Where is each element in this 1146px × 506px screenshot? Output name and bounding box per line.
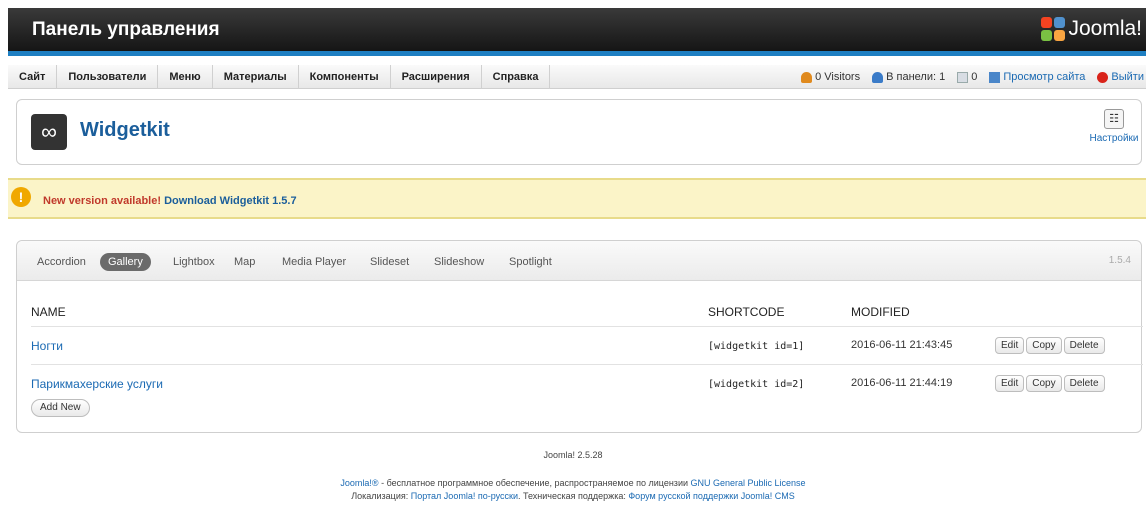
joomla-link[interactable]: Joomla!® bbox=[340, 478, 378, 488]
support-text: . Техническая поддержка: bbox=[517, 491, 629, 501]
joomla-logo-icon bbox=[1041, 17, 1066, 41]
logout-label: Выйти bbox=[1111, 71, 1144, 83]
widget-shortcode: [widgetkit id=2] bbox=[708, 379, 805, 390]
download-link[interactable]: Download Widgetkit 1.5.7 bbox=[164, 195, 297, 207]
menu-item-extensions[interactable]: Расширения bbox=[391, 64, 482, 89]
settings-icon: ☷ bbox=[1104, 109, 1124, 129]
tab-map[interactable]: Map bbox=[226, 253, 263, 271]
update-message: New version available! Download Widgetki… bbox=[43, 195, 297, 207]
joomla-logo-text: Joomla! bbox=[1068, 17, 1142, 40]
footer-version: Joomla! 2.5.28 bbox=[543, 450, 603, 460]
tab-accordion[interactable]: Accordion bbox=[29, 253, 94, 271]
add-new-button[interactable]: Add New bbox=[31, 399, 90, 417]
component-title: Widgetkit bbox=[80, 119, 170, 141]
localization-text: Локализация: bbox=[351, 491, 411, 501]
menu-item-components[interactable]: Компоненты bbox=[299, 64, 391, 89]
edit-button[interactable]: Edit bbox=[995, 337, 1025, 354]
copy-button[interactable]: Copy bbox=[1026, 337, 1062, 354]
user-icon bbox=[872, 71, 884, 83]
message-icon bbox=[957, 71, 969, 83]
menu-item-menus[interactable]: Меню bbox=[158, 64, 213, 89]
admins-count: В панели: 1 bbox=[886, 71, 946, 83]
column-header-modified: MODIFIED bbox=[851, 305, 910, 319]
tab-lightbox[interactable]: Lightbox bbox=[165, 253, 223, 271]
tab-spotlight[interactable]: Spotlight bbox=[501, 253, 560, 271]
copy-button[interactable]: Copy bbox=[1026, 375, 1062, 392]
warning-icon: ! bbox=[11, 187, 31, 207]
admins-status: В панели: 1 bbox=[872, 71, 945, 83]
delete-button[interactable]: Delete bbox=[1063, 375, 1105, 392]
delete-button[interactable]: Delete bbox=[1063, 337, 1105, 354]
footer-license: Joomla!® - бесплатное программное обеспе… bbox=[0, 478, 1146, 488]
status-area: 0 Visitors В панели: 1 0 Просмотр сайта … bbox=[789, 65, 1146, 89]
support-forum-link[interactable]: Форум русской поддержки Joomla! CMS bbox=[628, 491, 794, 501]
menu-item-help[interactable]: Справка bbox=[482, 64, 551, 89]
widget-name-link[interactable]: Ногти bbox=[31, 339, 63, 353]
tab-slideset[interactable]: Slideset bbox=[362, 253, 417, 271]
header-divider bbox=[31, 326, 1143, 327]
page-title: Панель управления bbox=[32, 19, 220, 40]
update-text: New version available! bbox=[43, 195, 161, 207]
tab-gallery[interactable]: Gallery bbox=[100, 253, 151, 271]
menu-item-content[interactable]: Материалы bbox=[213, 64, 299, 89]
widgetkit-version: 1.5.4 bbox=[1108, 255, 1131, 266]
row-actions: Edit Copy Delete bbox=[995, 375, 1107, 392]
license-text: - бесплатное программное обеспечение, ра… bbox=[378, 478, 691, 488]
messages-count: 0 bbox=[971, 71, 978, 83]
settings-label: Настройки bbox=[1089, 133, 1139, 144]
logout-link[interactable]: Выйти bbox=[1097, 71, 1144, 83]
messages-status[interactable]: 0 bbox=[957, 71, 977, 83]
visitors-count: 0 Visitors bbox=[815, 71, 861, 83]
footer-localization: Локализация: Портал Joomla! по-русски. Т… bbox=[0, 491, 1146, 501]
tab-slideshow[interactable]: Slideshow bbox=[426, 253, 492, 271]
widget-shortcode: [widgetkit id=1] bbox=[708, 341, 805, 352]
widget-modified: 2016-06-11 21:44:19 bbox=[851, 377, 953, 389]
update-notice: ! New version available! Download Widget… bbox=[8, 178, 1146, 219]
widget-modified: 2016-06-11 21:43:45 bbox=[851, 339, 953, 351]
widgetkit-icon: ∞ bbox=[31, 114, 67, 150]
view-site-link[interactable]: Просмотр сайта bbox=[989, 71, 1085, 83]
column-header-name: NAME bbox=[31, 305, 66, 319]
joomla-portal-link[interactable]: Портал Joomla! по-русски bbox=[411, 491, 518, 501]
monitor-icon bbox=[989, 71, 1001, 83]
widgetkit-panel: Accordion Gallery Lightbox Map Media Pla… bbox=[16, 240, 1143, 433]
column-header-shortcode: SHORTCODE bbox=[708, 305, 785, 319]
joomla-logo[interactable]: Joomla! bbox=[1041, 17, 1142, 41]
menu-item-users[interactable]: Пользователи bbox=[57, 64, 159, 89]
main-menu: Сайт Пользователи Меню Материалы Компоне… bbox=[8, 64, 1146, 89]
tab-media-player[interactable]: Media Player bbox=[274, 253, 354, 271]
admin-header: Панель управления Joomla! bbox=[8, 8, 1146, 56]
view-site-label: Просмотр сайта bbox=[1003, 71, 1086, 83]
visitors-status: 0 Visitors bbox=[801, 71, 860, 83]
edit-button[interactable]: Edit bbox=[995, 375, 1025, 392]
power-icon bbox=[1097, 71, 1109, 83]
user-icon bbox=[801, 71, 813, 83]
settings-button[interactable]: ☷ Настройки bbox=[1089, 109, 1139, 144]
component-header: ∞ Widgetkit ☷ Настройки bbox=[16, 99, 1142, 165]
widget-tabs: Accordion Gallery Lightbox Map Media Pla… bbox=[17, 241, 1141, 281]
row-actions: Edit Copy Delete bbox=[995, 337, 1107, 354]
menu-item-site[interactable]: Сайт bbox=[8, 64, 58, 89]
row-divider bbox=[31, 364, 1143, 365]
widget-name-link[interactable]: Парикмахерские услуги bbox=[31, 377, 163, 391]
gpl-link[interactable]: GNU General Public License bbox=[691, 478, 806, 488]
